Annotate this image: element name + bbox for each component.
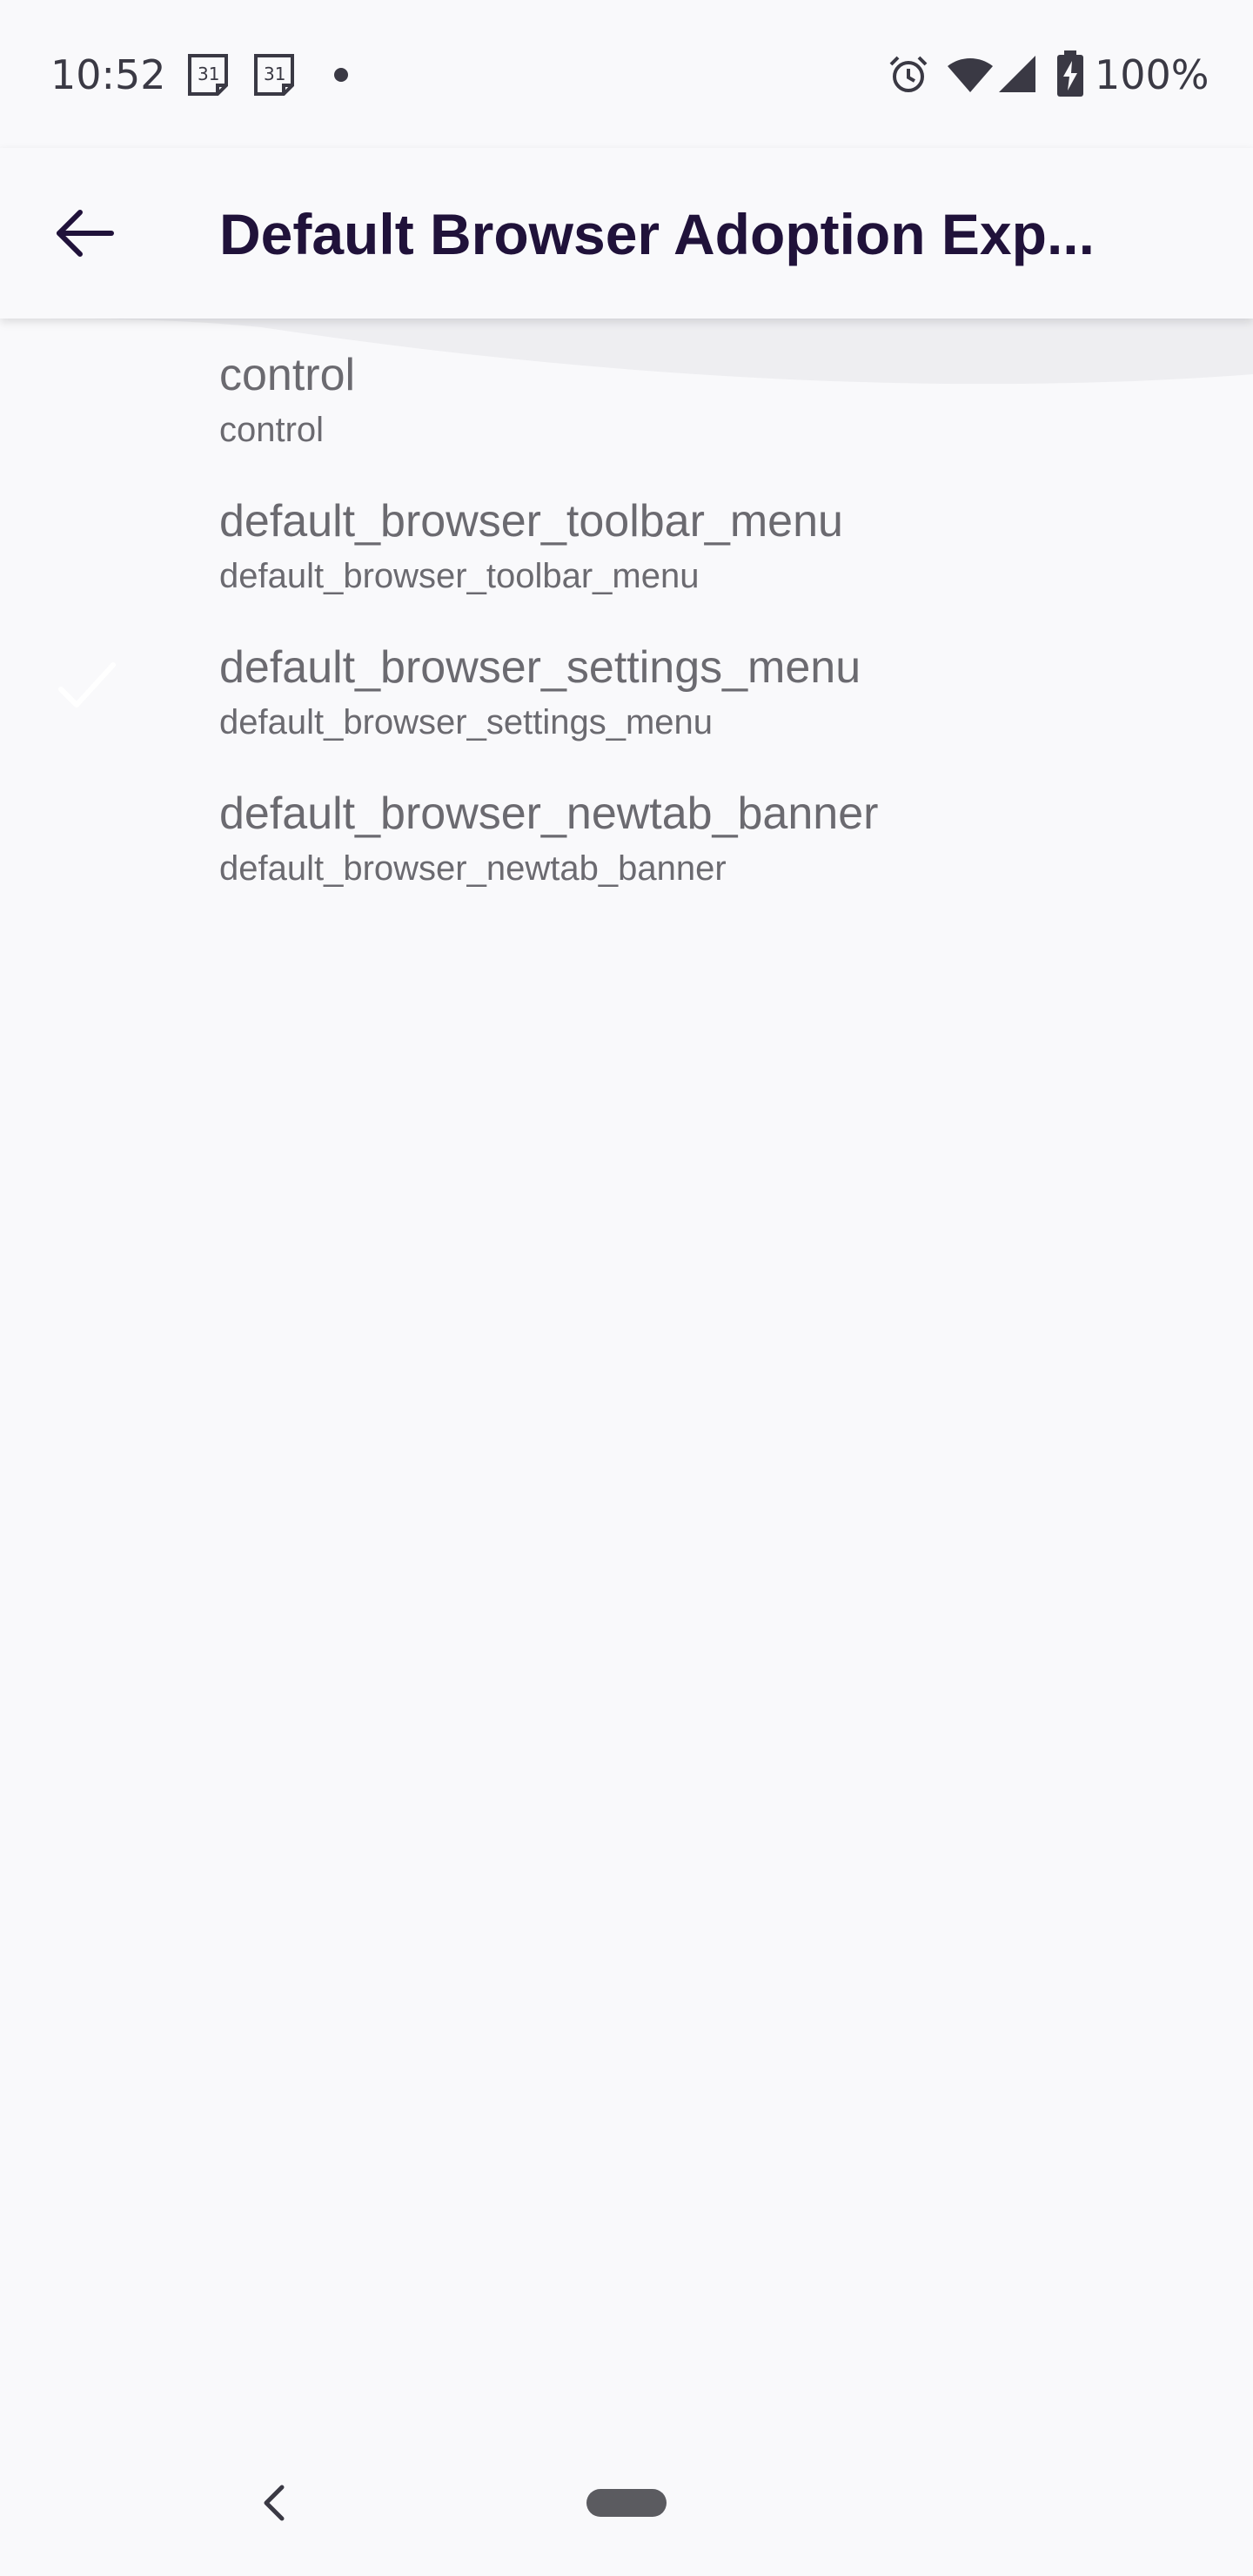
- arrow-left-icon: [57, 210, 114, 257]
- list-item-selected[interactable]: default_browser_settings_menu default_br…: [0, 611, 1253, 757]
- wifi-icon: [948, 58, 993, 92]
- battery-percentage: 100%: [1095, 51, 1209, 98]
- signal-icon: [999, 56, 1035, 92]
- item-title: control: [219, 350, 356, 400]
- calendar-day-text: 31: [198, 64, 219, 84]
- list-item[interactable]: default_browser_newtab_banner default_br…: [0, 757, 1253, 903]
- item-title: default_browser_newtab_banner: [219, 788, 879, 839]
- item-subtitle: default_browser_newtab_banner: [219, 849, 727, 888]
- list-item[interactable]: default_browser_toolbar_menu default_bro…: [0, 465, 1253, 611]
- item-subtitle: default_browser_settings_menu: [219, 703, 714, 741]
- calendar-icon: 31: [188, 54, 228, 96]
- status-bar: 10:52 31 31 100%: [0, 0, 1253, 148]
- battery-charging-icon: [1057, 50, 1083, 97]
- item-title: default_browser_toolbar_menu: [219, 496, 843, 547]
- checkmark-icon: [58, 662, 116, 708]
- toolbar: Default Browser Adoption Exp...: [0, 148, 1253, 319]
- item-title: default_browser_settings_menu: [219, 642, 861, 693]
- list-item[interactable]: control control: [0, 319, 1253, 465]
- notification-dot-icon: [334, 68, 348, 82]
- status-time: 10:52: [50, 51, 166, 98]
- chevron-left-icon[interactable]: [252, 2480, 298, 2526]
- system-nav-bar: [0, 2437, 1253, 2576]
- alarm-icon: [889, 56, 928, 92]
- item-subtitle: default_browser_toolbar_menu: [219, 557, 700, 595]
- home-pill-icon[interactable]: [586, 2489, 667, 2517]
- back-button[interactable]: [37, 188, 132, 278]
- item-subtitle: control: [219, 411, 325, 449]
- page-title: Default Browser Adoption Exp...: [219, 202, 1095, 266]
- calendar-icon: 31: [254, 54, 294, 96]
- calendar-day-text: 31: [264, 64, 285, 84]
